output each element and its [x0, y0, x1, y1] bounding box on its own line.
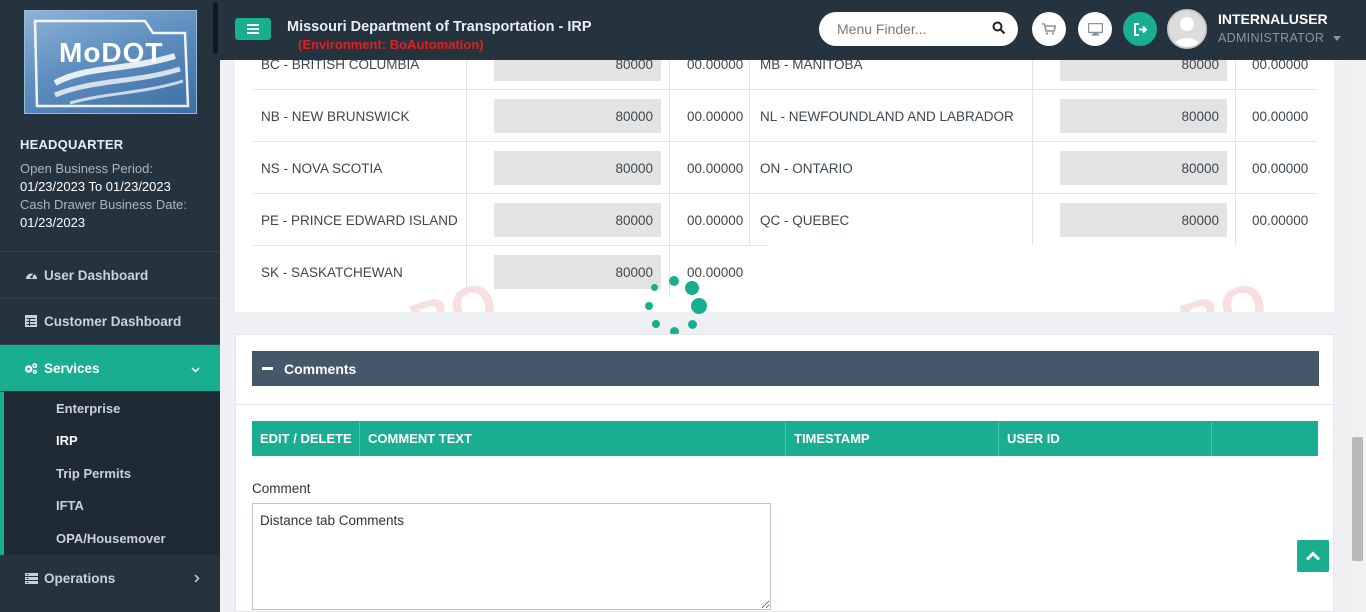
- operations-icon: [24, 571, 38, 585]
- desktop-button[interactable]: [1078, 12, 1112, 46]
- cogs-icon: [24, 361, 38, 375]
- miles-field: 80000: [1060, 151, 1227, 185]
- cash-drawer-value: 01/23/2023: [20, 215, 86, 230]
- column-header-edit-delete[interactable]: EDIT / DELETE: [252, 421, 360, 456]
- loading-spinner-icon: [640, 276, 712, 340]
- submenu-item-enterprise[interactable]: Enterprise: [56, 401, 120, 416]
- jurisdiction-name: QC - QUEBEC: [760, 212, 850, 228]
- environment-label: (Environment: BoAutomation): [298, 37, 484, 52]
- chevron-up-icon: [1305, 551, 1321, 561]
- search-icon[interactable]: [992, 21, 1006, 40]
- sidebar-item-label: User Dashboard: [44, 267, 149, 283]
- chevron-right-icon: [194, 571, 200, 586]
- user-name[interactable]: INTERNALUSER: [1218, 11, 1328, 27]
- spinner-dot: [688, 320, 697, 329]
- section-divider: [236, 404, 1333, 405]
- open-period-value: 01/23/2023 To 01/23/2023: [20, 179, 171, 194]
- sidebar-item-label: Services: [44, 360, 100, 376]
- spinner-dot: [645, 302, 653, 310]
- jurisdiction-name: SK - SASKATCHEWAN: [261, 264, 403, 280]
- desktop-icon: [1087, 22, 1103, 36]
- jurisdiction-row: ON - ONTARIO 80000 00.00000: [253, 142, 1317, 194]
- logout-button[interactable]: [1123, 12, 1157, 46]
- submenu-item-trip-permits[interactable]: Trip Permits: [56, 466, 131, 481]
- sidebar-item-label: Operations: [44, 570, 116, 586]
- grid-icon: [24, 314, 38, 328]
- jurisdiction-row: QC - QUEBEC 80000 00.00000: [253, 194, 1317, 246]
- business-info: HEADQUARTER Open Business Period: 01/23/…: [20, 137, 215, 232]
- miles-field: 80000: [1060, 203, 1227, 237]
- sidebar-scrollbar[interactable]: [213, 2, 218, 54]
- sidebar: MoDOT HEADQUARTER Open Business Period: …: [0, 0, 220, 612]
- logout-icon: [1133, 22, 1147, 36]
- column-header-actions: [1212, 421, 1318, 456]
- caret-down-icon: [1333, 36, 1342, 42]
- comments-panel: Comments EDIT / DELETE COMMENT TEXT TIME…: [235, 334, 1334, 612]
- spinner-dot: [651, 284, 658, 291]
- services-submenu: Enterprise IRP Trip Permits IFTA OPA/Hou…: [0, 392, 220, 555]
- scroll-to-top-button[interactable]: [1297, 540, 1329, 572]
- jurisdiction-name: MB - MANITOBA: [760, 60, 863, 72]
- logo-text: MoDOT: [59, 37, 164, 68]
- collapse-icon: [262, 367, 273, 370]
- column-header-user-id[interactable]: USER ID: [999, 421, 1212, 456]
- hamburger-icon: [247, 24, 259, 34]
- user-role-label: ADMINISTRATOR: [1218, 31, 1325, 45]
- page-scrollbar-thumb[interactable]: [1352, 437, 1363, 561]
- miles-field: 80000: [1060, 60, 1227, 81]
- percent-value: 00.00000: [1252, 108, 1309, 124]
- sidebar-item-user-dashboard[interactable]: User Dashboard: [0, 252, 220, 298]
- miles-field: 80000: [494, 255, 661, 289]
- chevron-down-icon: [191, 361, 200, 376]
- cart-icon: [1042, 23, 1056, 35]
- user-role[interactable]: ADMINISTRATOR: [1218, 31, 1342, 45]
- comments-grid-header: EDIT / DELETE COMMENT TEXT TIMESTAMP USE…: [252, 421, 1318, 456]
- office-name: HEADQUARTER: [20, 137, 124, 152]
- spinner-dot: [652, 320, 660, 328]
- menu-finder-input[interactable]: [837, 21, 982, 37]
- jurisdiction-row: SK - SASKATCHEWAN 80000 00.00000: [253, 246, 1317, 298]
- cash-drawer-label: Cash Drawer Business Date:: [20, 197, 187, 212]
- menu-finder: [819, 12, 1018, 46]
- comment-label: Comment: [252, 481, 311, 496]
- comments-section-title: Comments: [284, 360, 357, 377]
- distance-panel: BO BO BC - BRITISH COLUMBIA 80000 00.000…: [235, 60, 1334, 312]
- open-period-label: Open Business Period:: [20, 161, 153, 176]
- jurisdiction-row: MB - MANITOBA 80000 00.00000: [253, 60, 1317, 90]
- percent-value: 00.00000: [1252, 60, 1309, 72]
- sidebar-item-services[interactable]: Services: [0, 345, 220, 391]
- jurisdiction-row: NL - NEWFOUNDLAND AND LABRADOR 80000 00.…: [253, 90, 1317, 142]
- app-title: Missouri Department of Transportation - …: [287, 19, 592, 35]
- top-header: Missouri Department of Transportation - …: [220, 0, 1366, 60]
- jurisdiction-name: NL - NEWFOUNDLAND AND LABRADOR: [760, 108, 1014, 124]
- submenu-item-ifta[interactable]: IFTA: [56, 498, 84, 513]
- cart-button[interactable]: [1032, 12, 1066, 46]
- column-header-comment-text[interactable]: COMMENT TEXT: [360, 421, 786, 456]
- miles-field: 80000: [1060, 99, 1227, 133]
- submenu-item-irp[interactable]: IRP: [56, 433, 78, 448]
- sidebar-item-operations[interactable]: Operations: [0, 555, 220, 601]
- submenu-item-opa-housemover[interactable]: OPA/Housemover: [56, 531, 166, 546]
- column-header-timestamp[interactable]: TIMESTAMP: [786, 421, 999, 456]
- spinner-dot: [691, 298, 707, 314]
- jurisdiction-name: ON - ONTARIO: [760, 160, 853, 176]
- percent-value: 00.00000: [1252, 160, 1309, 176]
- modot-logo[interactable]: MoDOT: [24, 10, 197, 114]
- menu-toggle-button[interactable]: [235, 18, 271, 40]
- comments-section-header[interactable]: Comments: [252, 351, 1319, 386]
- dashboard-icon: [24, 268, 38, 282]
- comment-textarea[interactable]: Distance tab Comments: [252, 503, 771, 610]
- spinner-dot: [685, 281, 699, 295]
- percent-value: 00.00000: [1252, 212, 1309, 228]
- spinner-dot: [669, 276, 679, 286]
- avatar[interactable]: [1167, 9, 1207, 49]
- sidebar-item-customer-dashboard[interactable]: Customer Dashboard: [0, 298, 220, 344]
- sidebar-item-label: Customer Dashboard: [44, 313, 182, 329]
